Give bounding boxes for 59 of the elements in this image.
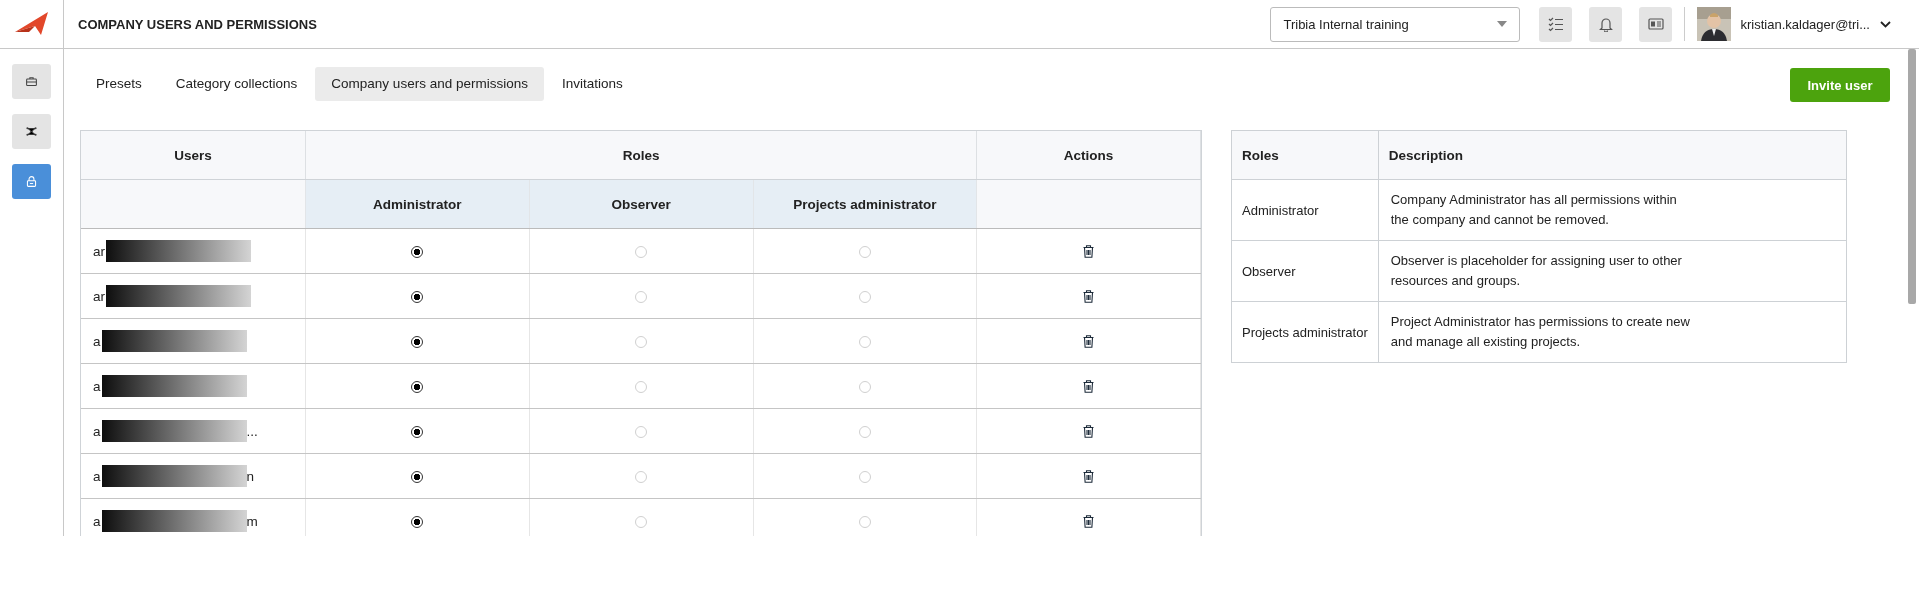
role-name: Observer [1231, 240, 1379, 302]
column-header: Roles [1231, 130, 1379, 180]
user-email: a [93, 513, 101, 529]
company-select[interactable]: Tribia Internal training [1270, 6, 1521, 42]
role-name: Projects administrator [1231, 301, 1379, 363]
column-header: Actions [976, 131, 1201, 180]
user-email: a [93, 423, 101, 439]
user-email: ... [246, 423, 258, 439]
sidebar-item[interactable] [12, 114, 51, 149]
tab[interactable]: Presets [80, 66, 158, 101]
column-header: Roles [305, 131, 977, 180]
user-email: ar [93, 243, 105, 259]
briefcase-icon [25, 75, 38, 88]
trash-icon[interactable] [1083, 380, 1095, 394]
lock-icon [25, 175, 38, 188]
column-header: Observer [529, 179, 753, 229]
role-description: Observer is placeholder for assigning user to other resources and groups. [1390, 252, 1683, 290]
checklist-button[interactable] [1539, 6, 1573, 42]
trash-icon[interactable] [1083, 470, 1095, 484]
tab[interactable]: Category collections [159, 66, 314, 101]
column-header: Users [81, 131, 306, 180]
user-email: m [246, 513, 258, 529]
role-description: Project Administrator has permissions to create new and manage all existing projects. [1390, 313, 1691, 351]
column-header: Administrator [305, 179, 530, 229]
tab[interactable]: Invitations [545, 66, 639, 101]
user-email: a [93, 378, 101, 394]
card-icon [1647, 16, 1664, 32]
trash-icon[interactable] [1083, 425, 1095, 439]
trash-icon[interactable] [1083, 245, 1095, 259]
tab[interactable]: Company users and permissions [315, 66, 544, 101]
role-description: Company Administrator has all permissions within the company and cannot be removed. [1390, 191, 1678, 229]
radio-button[interactable] [411, 515, 424, 528]
caret-icon[interactable] [1497, 21, 1508, 27]
column-header: Projects administrator [753, 179, 977, 229]
radio-button[interactable] [411, 335, 424, 348]
user-email: a [93, 468, 101, 484]
radio-button[interactable] [411, 245, 424, 258]
sidebar-item[interactable] [12, 64, 51, 99]
radio-button[interactable] [411, 470, 424, 483]
radio-button[interactable] [411, 425, 424, 438]
role-name: Administrator [1231, 179, 1379, 241]
trash-icon[interactable] [1083, 335, 1095, 349]
page-title: COMPANY USERS AND PERMISSIONS [77, 16, 318, 32]
column-header: Description [1378, 130, 1847, 180]
user-email: a [93, 333, 101, 349]
trash-icon[interactable] [1083, 290, 1095, 304]
user-email: ar [93, 288, 105, 304]
logo-icon [14, 12, 49, 36]
bell-button[interactable] [1589, 6, 1623, 42]
user-name[interactable]: kristian.kaldager@tri... [1740, 16, 1870, 32]
user-email: n [246, 468, 255, 484]
trash-icon[interactable] [1083, 515, 1095, 529]
bell-icon [1597, 16, 1614, 32]
scrollbar[interactable] [1908, 49, 1916, 304]
chevron-down-icon[interactable] [1880, 20, 1891, 28]
radio-button[interactable] [411, 380, 424, 393]
card-button[interactable] [1639, 6, 1673, 42]
radio-button[interactable] [411, 290, 424, 303]
checklist-icon [1547, 16, 1564, 32]
